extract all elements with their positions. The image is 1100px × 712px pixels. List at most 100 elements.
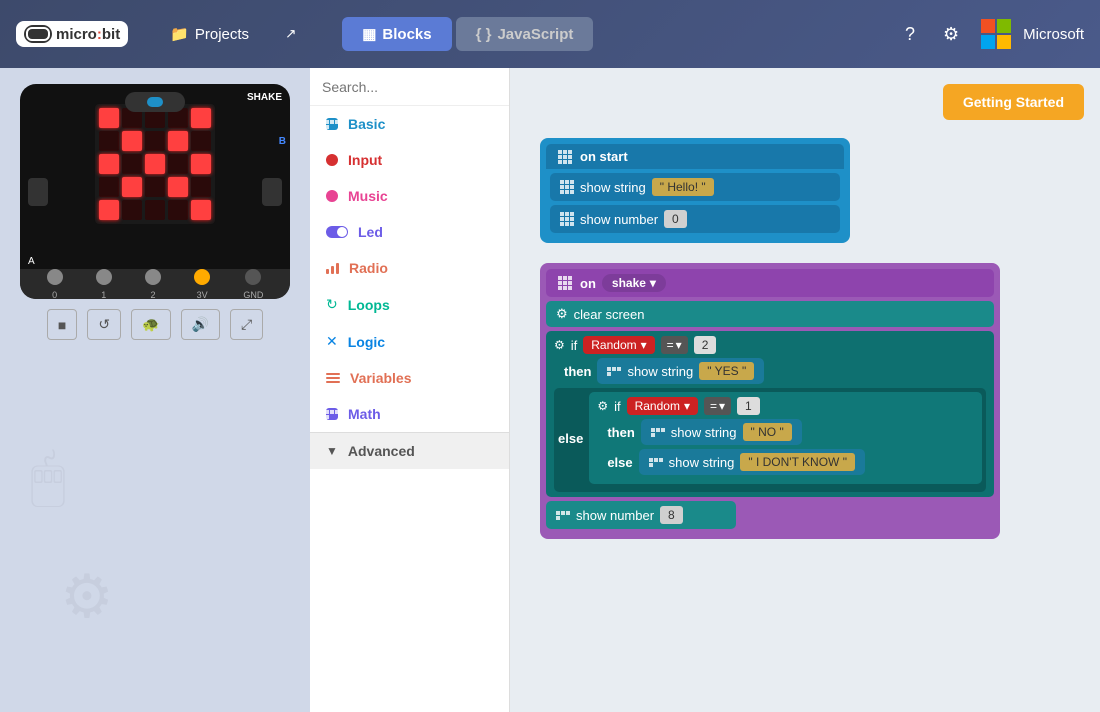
led-4-4: [191, 200, 211, 220]
sidebar-item-radio[interactable]: Radio: [310, 250, 509, 286]
logic-icon: ✕: [326, 333, 338, 350]
projects-button[interactable]: 📁 Projects: [160, 19, 259, 49]
show-string-yes-block[interactable]: show string " YES ": [597, 358, 764, 384]
led-1-0: [99, 131, 119, 151]
tab-javascript[interactable]: { } JavaScript: [456, 17, 594, 51]
else-block-1: else ⚙ if Random ▾: [554, 388, 986, 492]
yes-value[interactable]: " YES ": [699, 362, 754, 380]
getting-started-button[interactable]: Getting Started: [943, 84, 1084, 120]
no-value[interactable]: " NO ": [743, 423, 792, 441]
loops-label: Loops: [348, 297, 390, 313]
restart-button[interactable]: ↺: [87, 309, 121, 340]
basic-icon: [326, 118, 338, 130]
microsoft-logo: Microsoft: [981, 19, 1084, 49]
led-4-0: [99, 200, 119, 220]
search-input[interactable]: [322, 79, 503, 95]
nav-tabs: ▦ Blocks { } JavaScript: [342, 17, 593, 51]
loops-icon: ↻: [326, 296, 338, 313]
sidebar-items: Basic Input Music Led: [310, 106, 509, 712]
led-0-4: [191, 108, 211, 128]
help-button[interactable]: ?: [899, 18, 921, 51]
button-a[interactable]: [28, 178, 48, 206]
settings-icon-if: ⚙: [554, 338, 565, 352]
tab-blocks[interactable]: ▦ Blocks: [342, 17, 451, 51]
led-4-1: [122, 200, 142, 220]
eq-arrow-1: ▾: [676, 338, 682, 352]
sidebar-item-input[interactable]: Input: [310, 142, 509, 178]
then-row-2: then show string " NO ": [597, 419, 974, 445]
stop-button[interactable]: ■: [47, 309, 77, 340]
eq-dropdown-1[interactable]: = ▾: [661, 336, 688, 354]
show-number-8-block[interactable]: show number 8: [546, 501, 736, 529]
show-string-idk-block[interactable]: show string " I DON'T KNOW ": [639, 449, 865, 475]
random-arrow-2: ▾: [684, 399, 690, 413]
sidebar-item-loops[interactable]: ↻ Loops: [310, 286, 509, 323]
chevron-down-icon: ▼: [326, 444, 338, 458]
pin-gnd: GND: [243, 269, 263, 300]
input-label: Input: [348, 152, 382, 168]
value-2-pill[interactable]: 2: [694, 336, 717, 354]
pin-strip: 0 1 2 3V GND: [20, 269, 290, 299]
sidebar-item-basic[interactable]: Basic: [310, 106, 509, 142]
mouse-decoration: 🖱: [30, 442, 66, 512]
led-matrix: [95, 104, 215, 224]
sim-controls: ■ ↺ 🐢 🔊 ⤢: [47, 309, 263, 340]
show-number-block[interactable]: show number 0: [550, 205, 840, 233]
on-start-header: on start: [546, 144, 844, 169]
radio-label: Radio: [349, 260, 388, 276]
sidebar-item-logic[interactable]: ✕ Logic: [310, 323, 509, 360]
blocks-tab-label: Blocks: [382, 26, 431, 43]
random-dropdown-2[interactable]: Random ▾: [627, 397, 698, 415]
clear-screen-block[interactable]: ⚙ clear screen: [546, 301, 994, 327]
a-label: A: [28, 256, 35, 267]
sidebar-item-led[interactable]: Led: [310, 214, 509, 250]
slow-button[interactable]: 🐢: [131, 309, 170, 340]
show-string-label-1: show string: [580, 180, 646, 195]
led-2-4: [191, 154, 211, 174]
advanced-label: Advanced: [348, 443, 415, 459]
pin-2: 2: [145, 269, 161, 300]
led-1-3: [168, 131, 188, 151]
random-dropdown-1[interactable]: Random ▾: [583, 336, 654, 354]
shake-dropdown[interactable]: shake ▾: [602, 274, 666, 292]
sidebar: 🔍 Basic Input Music: [310, 68, 510, 712]
button-b[interactable]: [262, 178, 282, 206]
quote-right: ": [698, 180, 706, 194]
gear-decoration: ⚙: [60, 562, 114, 632]
fullscreen-button[interactable]: ⤢: [230, 309, 263, 340]
share-button[interactable]: ↗: [275, 20, 306, 48]
eq-dropdown-2[interactable]: = ▾: [704, 397, 731, 415]
settings-button[interactable]: ⚙: [937, 18, 965, 51]
hello-value[interactable]: " Hello! ": [652, 178, 714, 196]
show-string-no-block[interactable]: show string " NO ": [641, 419, 802, 445]
led-2-3: [168, 154, 188, 174]
music-icon: [326, 190, 338, 202]
js-icon: { }: [476, 26, 492, 43]
blocks-area: on start show string " Hello! ": [540, 138, 1000, 539]
sidebar-item-variables[interactable]: Variables: [310, 360, 509, 396]
sidebar-item-advanced[interactable]: ▼ Advanced: [310, 432, 509, 469]
value-1-pill[interactable]: 1: [737, 397, 760, 415]
show-string-hello-block[interactable]: show string " Hello! ": [550, 173, 840, 201]
simulator-panel: SHAKE B: [0, 68, 310, 712]
math-label: Math: [348, 406, 381, 422]
else-row-1: else ⚙ if Random ▾: [558, 392, 982, 484]
number-0-value[interactable]: 0: [664, 210, 687, 228]
eq-arrow-2: ▾: [719, 399, 725, 413]
on-start-body: show string " Hello! " show number 0: [546, 169, 844, 237]
number-8-value[interactable]: 8: [660, 506, 683, 524]
js-tab-label: JavaScript: [497, 26, 573, 43]
else-label-2: else: [607, 455, 632, 470]
led-3-4: [191, 177, 211, 197]
pin-3v: 3V: [194, 269, 210, 300]
show-number-label: show number: [580, 212, 658, 227]
sidebar-item-math[interactable]: Math: [310, 396, 509, 432]
shake-value: shake: [612, 276, 646, 290]
on-shake-header: on shake ▾: [546, 269, 994, 297]
else-row-2: else show string " I DON'T KNOW ": [597, 449, 974, 475]
sound-button[interactable]: 🔊: [181, 309, 220, 340]
sidebar-item-music[interactable]: Music: [310, 178, 509, 214]
blocks-icon: ▦: [362, 25, 376, 43]
idk-value[interactable]: " I DON'T KNOW ": [740, 453, 855, 471]
led-3-2: [145, 177, 165, 197]
